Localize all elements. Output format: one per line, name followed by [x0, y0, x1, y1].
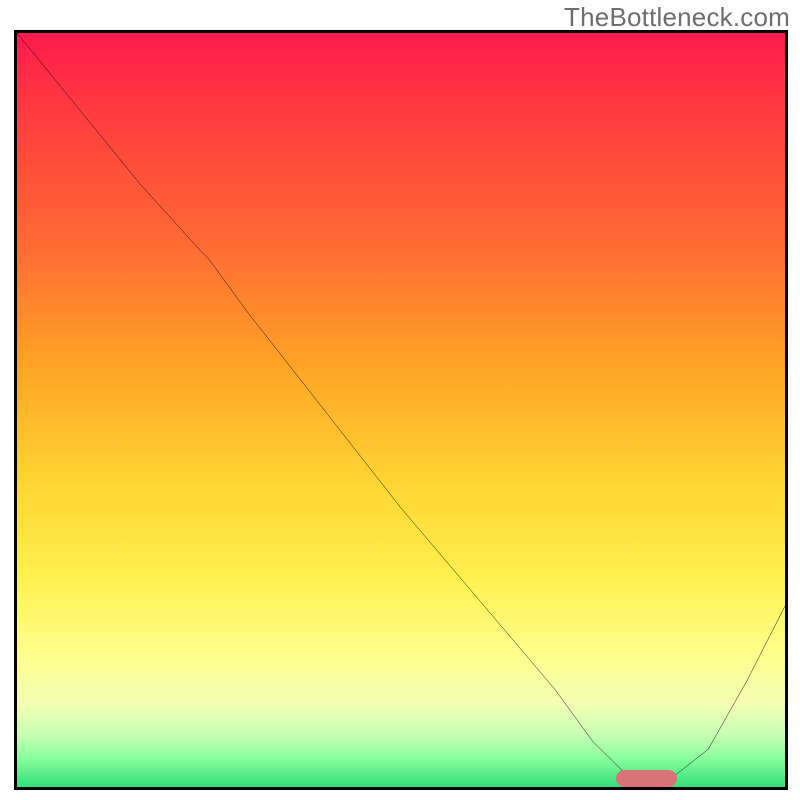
plot-area: [14, 30, 788, 790]
watermark-text: TheBottleneck.com: [564, 2, 790, 33]
curve-path: [17, 33, 785, 779]
bottleneck-curve: [17, 33, 785, 787]
optimal-marker: [616, 770, 677, 787]
chart-wrap: TheBottleneck.com: [0, 0, 800, 800]
